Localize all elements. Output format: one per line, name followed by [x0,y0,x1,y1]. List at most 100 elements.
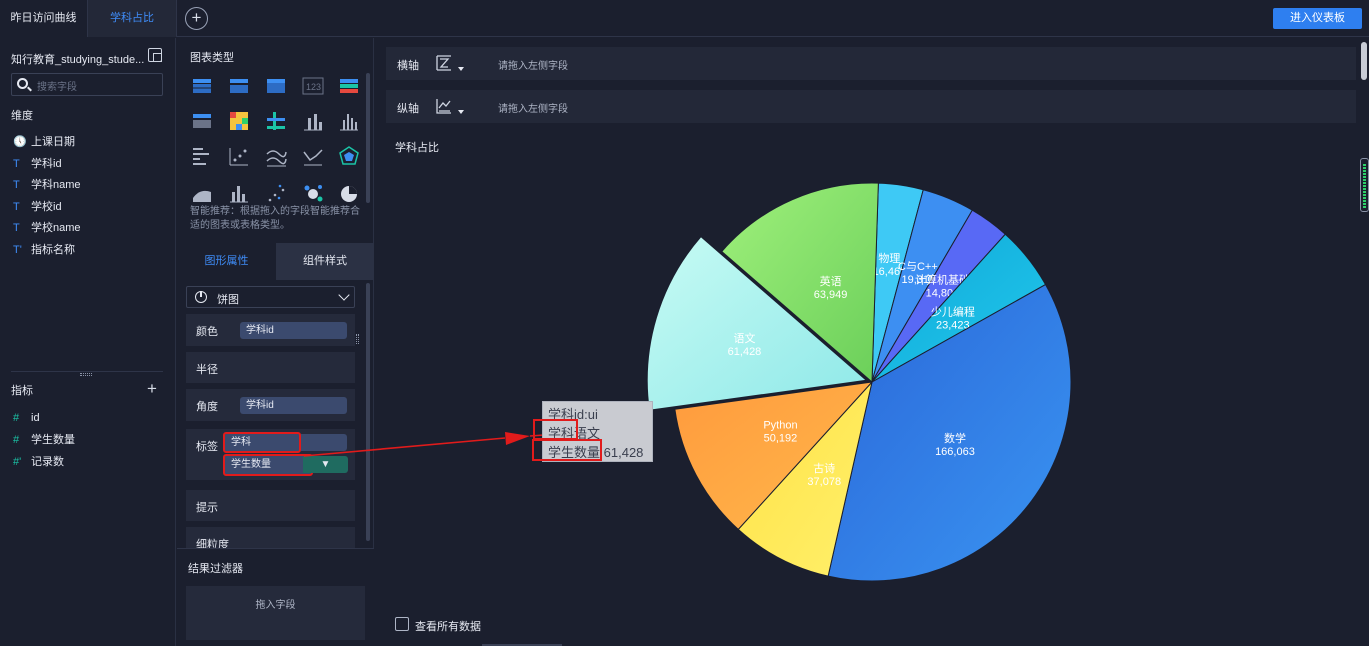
column-chart-icon[interactable] [340,114,358,131]
tab-subject-share[interactable]: 学科占比 [87,0,177,37]
prop-tip-label: 提示 [196,502,218,514]
result-filter-title: 结果过滤器 [188,563,243,575]
metric-title: 指标 [11,385,33,397]
x-axis-bar[interactable]: 横轴 请拖入左侧字段 [386,47,1356,80]
dimension-title: 维度 [11,110,33,122]
main-scrollbar[interactable] [1359,38,1369,646]
property-scrollbar[interactable] [366,283,370,541]
dimension-field[interactable]: T 学校id [13,199,62,215]
prop-radius[interactable]: 半径 [186,352,355,383]
chart-config-panel: 图表类型 123 智能推荐：根据拖入的字段智能推荐合适的图表或表格类型。 图形属… [177,38,374,646]
prop-granularity[interactable]: 细粒度 [186,527,355,551]
dimension-label: 学校name [31,222,81,234]
search-field-input[interactable]: 搜索字段 [11,73,163,96]
enter-dashboard-button[interactable]: 进入仪表板 [1273,8,1362,29]
caret-down-icon [458,67,464,71]
property-tabs: 图形属性 组件样式 [177,243,374,280]
dimension-field[interactable]: T 学科id [13,156,62,172]
dot-chart-icon[interactable] [267,112,285,130]
dimension-field[interactable]: 🕔 上课日期 [13,134,75,150]
metric-field[interactable]: #' 记录数 [13,454,64,470]
prop-color-label: 颜色 [196,326,218,338]
resize-handle[interactable] [80,373,92,376]
x-axis-sort-icon[interactable] [435,54,453,72]
line-chart-icon[interactable] [303,149,323,166]
horizontal-bar-icon[interactable] [193,148,209,165]
prop-tip[interactable]: 提示 [186,490,355,521]
metric-field[interactable]: # id [13,410,40,426]
y-axis-chart-icon[interactable] [435,97,453,115]
search-icon [17,78,28,89]
x-axis-placeholder: 请拖入左侧字段 [498,61,568,72]
radar-chart-icon[interactable] [339,146,359,165]
prop-label[interactable]: 标签 学科 学生数量 ▼ [186,429,355,480]
prop-color[interactable]: 颜色 学科id [186,314,355,346]
grouped-table-icon[interactable] [193,114,211,128]
filter-icon[interactable]: ▼ [303,456,348,473]
section-divider [11,371,163,372]
panel-resize-handle[interactable] [356,334,359,344]
crosstab-chart-icon[interactable] [230,79,248,93]
smart-recommendation-tip: 智能推荐：根据拖入的字段智能推荐合适的图表或表格类型。 [190,206,360,231]
scatter-small-icon[interactable] [229,148,248,166]
stacked-column-icon[interactable] [230,186,248,203]
tab-graphic-properties[interactable]: 图形属性 [177,243,276,280]
dimension-label: 指标名称 [31,243,75,256]
dataset-name[interactable]: 知行教育_studying_stude... [11,51,144,67]
y-axis-placeholder: 请拖入左侧字段 [498,104,568,115]
text-icon: T [13,157,20,170]
label-field-subject-pill[interactable]: 学科 [223,432,301,453]
field-panel: 知行教育_studying_stude... 搜索字段 维度 🕔 上课日期 T 学科i… [0,38,176,646]
text-icon: T [13,179,20,191]
table-chart-icon[interactable] [193,79,211,93]
tab-component-style[interactable]: 组件样式 [276,243,374,280]
pie-chart-icon[interactable] [341,186,357,202]
prop-angle[interactable]: 角度 学科id [186,389,355,421]
area-chart-icon[interactable] [193,190,211,202]
search-placeholder: 搜索字段 [37,82,77,93]
text-calc-icon: T' [13,243,22,256]
prop-angle-label: 角度 [196,401,218,413]
result-filter-section: 结果过滤器 拖入字段 [177,548,374,646]
number-calc-icon: #' [13,456,22,468]
svg-text:123: 123 [306,82,321,92]
chart-type-scrollbar[interactable] [366,73,370,203]
filter-drop-zone[interactable]: 拖入字段 [186,586,365,640]
chart-type-selected: 饼图 [217,294,239,306]
dimension-label: 学科id [31,157,62,170]
y-axis-bar[interactable]: 纵轴 请拖入左侧字段 [386,90,1356,123]
add-metric-button[interactable]: + [147,379,157,399]
bar-chart-icon[interactable] [304,114,322,131]
color-field-pill[interactable]: 学科id [240,322,347,339]
text-icon: T [13,200,20,213]
metric-field[interactable]: # 学生数量 [13,432,75,448]
scroll-thumb[interactable] [1361,42,1367,80]
chart-type-select[interactable]: 饼图 [186,286,355,308]
top-bar: 昨日访问曲线 学科占比 + 进入仪表板 [0,0,1369,37]
signal-meter-icon [1360,158,1369,212]
x-axis-label: 横轴 [397,60,419,72]
add-tab-button[interactable]: + [185,7,208,30]
dimension-field[interactable]: T 学校name [13,220,81,236]
prop-label-label: 标签 [196,441,218,453]
angle-field-pill[interactable]: 学科id [240,397,347,414]
multi-line-icon[interactable] [266,150,287,167]
tab-yesterday-visits[interactable]: 昨日访问曲线 [0,0,87,37]
clock-icon: 🕔 [13,136,27,148]
dimension-label: 学科name [31,179,81,191]
prop-radius-label: 半径 [196,364,218,376]
dimension-field[interactable]: T 学科name [13,177,81,193]
scatter-chart-icon[interactable] [268,184,285,202]
label-field-student-count-pill[interactable]: 学生数量 [223,454,313,476]
switch-dataset-icon[interactable] [148,48,162,62]
kpi-chart-icon[interactable]: 123 [302,77,324,95]
metric-label: id [31,412,40,424]
bubble-chart-icon[interactable] [304,185,323,202]
drop-field-hint: 拖入字段 [255,600,296,611]
dimension-field[interactable]: T' 指标名称 [13,242,75,258]
highlight-box-student-count [532,439,602,461]
view-all-checkbox[interactable] [395,617,409,631]
detail-table-icon[interactable] [267,79,285,93]
ranking-chart-icon[interactable] [340,79,358,93]
heatmap-chart-icon[interactable] [230,112,248,130]
